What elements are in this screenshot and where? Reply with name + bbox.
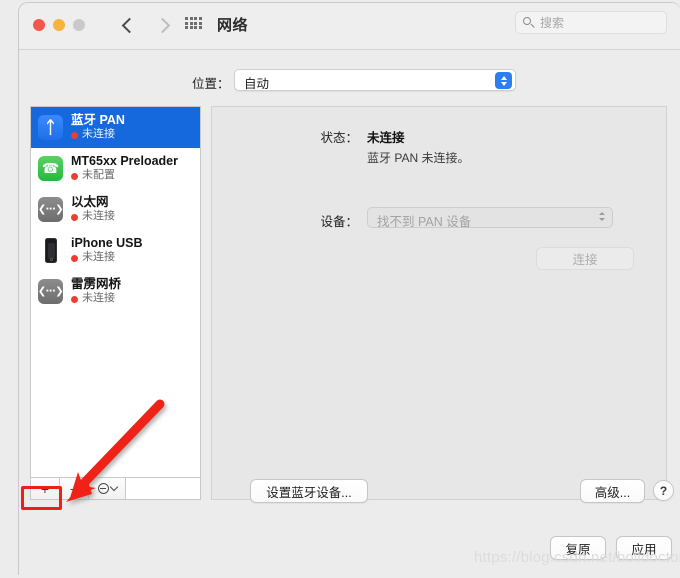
service-text: MT65xx Preloader 未配置 [71,155,178,182]
service-text: 以太网 未连接 [71,196,115,223]
service-name: 雷雳网桥 [71,277,122,292]
service-status: 未连接 [82,292,115,305]
modem-icon: ☎ [37,155,64,182]
status-dot-icon [71,213,78,221]
service-name: iPhone USB [71,236,143,251]
search-icon [523,17,534,28]
device-value: 找不到 PAN 设备 [377,215,472,229]
bluetooth-setup-button[interactable]: 设置蓝牙设备... [250,479,368,503]
status-value: 未连接 [367,131,405,145]
service-row-mt65xx-preloader[interactable]: ☎ MT65xx Preloader 未配置 [31,148,200,189]
status-dot-icon [71,131,78,139]
zoom-button[interactable] [73,19,85,31]
location-value: 自动 [244,77,270,91]
network-preferences-window: 网络 搜索 位置： 自动 ᛏ 蓝牙 PAN 未连接 ☎ MT65xx Prelo… [0,0,680,578]
traffic-lights [33,19,85,31]
close-button[interactable] [33,19,45,31]
chevron-down-icon [109,482,118,492]
location-label: 位置： [192,77,230,91]
service-status-line: 未配置 [71,170,178,182]
ethernet-icon: ❮⋯❯ [37,196,64,223]
toolbar-filler [126,478,200,499]
service-name: 以太网 [71,195,109,210]
search-field[interactable]: 搜索 [515,11,667,34]
service-status: 未配置 [82,169,115,182]
service-row-ethernet[interactable]: ❮⋯❯ 以太网 未连接 [31,189,200,230]
service-status-line: 未连接 [71,211,115,223]
chevron-updown-icon [599,212,605,221]
service-status: 未连接 [82,251,115,264]
service-status-line: 未连接 [71,252,143,264]
service-list[interactable]: ᛏ 蓝牙 PAN 未连接 ☎ MT65xx Preloader 未配置 ❮⋯❯ … [30,106,201,478]
connect-button[interactable]: 连接 [536,247,634,270]
status-label: 状态： [320,131,358,145]
advanced-button[interactable]: 高级... [580,479,645,503]
device-label: 设备： [320,215,358,229]
service-status-line: 未连接 [71,129,125,141]
annotation-highlight-box [21,486,62,510]
service-row-iphone-usb[interactable]: iPhone USB 未连接 [31,230,200,271]
back-button[interactable] [116,12,142,38]
grid-apps-icon[interactable] [185,17,202,29]
ethernet-icon: ❮⋯❯ [37,278,64,305]
service-action-menu-button[interactable] [89,478,126,499]
chevron-left-icon [121,17,137,33]
location-popup-button[interactable]: 自动 [234,69,516,91]
service-status: 未连接 [82,210,115,223]
titlebar: 网络 搜索 [19,3,680,50]
iphone-icon [37,237,64,264]
service-status-line: 未连接 [71,293,121,305]
status-dot-icon [71,295,78,303]
service-text: iPhone USB 未连接 [71,237,143,264]
service-status: 未连接 [82,128,115,141]
device-popup-button[interactable]: 找不到 PAN 设备 [367,207,613,229]
search-placeholder: 搜索 [540,16,565,30]
status-description: 蓝牙 PAN 未连接。 [367,151,470,165]
status-dot-icon [71,254,78,262]
watermark-text: https://blog.csdn.net/boildoctor [474,549,680,566]
service-row-thunderbolt-bridge[interactable]: ❮⋯❯ 雷雳网桥 未连接 [31,271,200,312]
bluetooth-icon: ᛏ [37,114,64,141]
service-text: 雷雳网桥 未连接 [71,278,121,305]
minimize-button[interactable] [53,19,65,31]
chevron-updown-icon [495,72,512,89]
service-text: 蓝牙 PAN 未连接 [71,114,125,141]
forward-button[interactable] [149,12,175,38]
help-button[interactable]: ? [653,480,674,501]
window-frame: 网络 搜索 位置： 自动 ᛏ 蓝牙 PAN 未连接 ☎ MT65xx Prelo… [18,2,680,575]
detail-panel: 状态： 未连接 蓝牙 PAN 未连接。 设备： 找不到 PAN 设备 连接 设置… [211,106,674,503]
location-row: 位置： 自动 [19,61,680,91]
service-name: 蓝牙 PAN [71,113,125,128]
chevron-right-icon [154,17,170,33]
page-title: 网络 [217,17,249,34]
gear-action-icon [97,483,109,494]
service-row-bluetooth-pan[interactable]: ᛏ 蓝牙 PAN 未连接 [31,107,200,148]
status-dot-icon [71,172,78,180]
service-name: MT65xx Preloader [71,154,178,169]
remove-service-button[interactable]: − [60,478,89,499]
